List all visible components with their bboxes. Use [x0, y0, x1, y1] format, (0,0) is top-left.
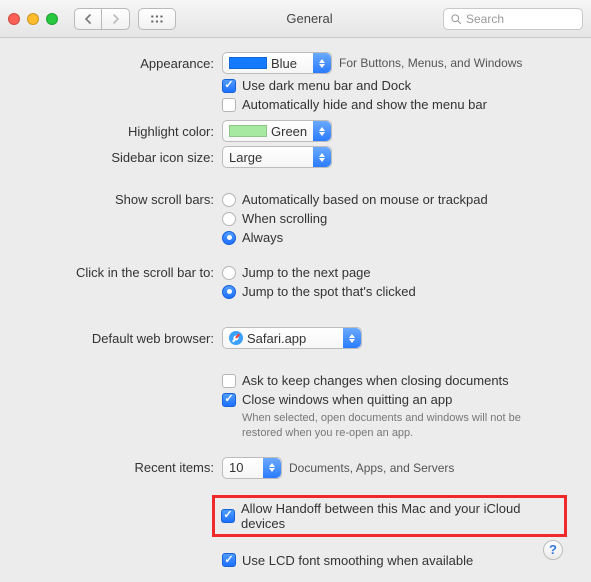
blue-swatch-icon: [229, 57, 267, 69]
scrollbars-option-label: When scrolling: [242, 211, 327, 226]
handoff-checkbox[interactable]: Allow Handoff between this Mac and your …: [221, 501, 558, 531]
show-all-button[interactable]: [138, 8, 176, 30]
appearance-label: Appearance:: [16, 56, 222, 71]
checkbox-icon: [222, 553, 236, 567]
back-button[interactable]: [74, 8, 102, 30]
ask-keep-changes-checkbox[interactable]: Ask to keep changes when closing documen…: [222, 373, 509, 388]
lcd-smoothing-checkbox[interactable]: Use LCD font smoothing when available: [222, 553, 473, 568]
scrollbars-option-always[interactable]: Always: [222, 230, 283, 245]
updown-arrows-icon: [313, 147, 331, 167]
browser-label: Default web browser:: [16, 331, 222, 346]
radio-icon: [222, 285, 236, 299]
radio-icon: [222, 212, 236, 226]
handoff-label: Allow Handoff between this Mac and your …: [241, 501, 558, 531]
appearance-value: Blue: [271, 56, 313, 71]
chevron-left-icon: [84, 14, 92, 24]
close-windows-label: Close windows when quitting an app: [242, 392, 452, 407]
chevron-right-icon: [112, 14, 120, 24]
recent-items-popup[interactable]: 10: [222, 457, 282, 479]
updown-arrows-icon: [313, 121, 331, 141]
close-windows-checkbox[interactable]: Close windows when quitting an app: [222, 392, 452, 407]
click-scroll-option-label: Jump to the next page: [242, 265, 371, 280]
nav-buttons: [74, 8, 130, 30]
sidebar-size-value: Large: [229, 150, 313, 165]
scrollbars-option-label: Automatically based on mouse or trackpad: [242, 192, 488, 207]
auto-hide-menubar-label: Automatically hide and show the menu bar: [242, 97, 487, 112]
checkbox-icon: [222, 393, 236, 407]
auto-hide-menubar-checkbox[interactable]: Automatically hide and show the menu bar: [222, 97, 487, 112]
click-scroll-label: Click in the scroll bar to:: [16, 265, 222, 280]
scrollbars-label: Show scroll bars:: [16, 192, 222, 207]
grid-icon: [150, 14, 164, 24]
search-field[interactable]: Search: [443, 8, 583, 30]
zoom-window-button[interactable]: [46, 13, 58, 25]
sidebar-size-popup[interactable]: Large: [222, 146, 332, 168]
click-scroll-option-spot[interactable]: Jump to the spot that's clicked: [222, 284, 416, 299]
forward-button[interactable]: [102, 8, 130, 30]
highlight-label: Highlight color:: [16, 124, 222, 139]
updown-arrows-icon: [313, 53, 331, 73]
recent-items-label: Recent items:: [16, 460, 222, 475]
recent-items-value: 10: [229, 460, 263, 475]
scrollbars-option-label: Always: [242, 230, 283, 245]
radio-icon: [222, 266, 236, 280]
checkbox-icon: [222, 374, 236, 388]
checkbox-icon: [222, 98, 236, 112]
radio-icon: [222, 231, 236, 245]
window-controls: [8, 13, 58, 25]
green-swatch-icon: [229, 125, 267, 137]
sidebar-size-label: Sidebar icon size:: [16, 150, 222, 165]
close-window-button[interactable]: [8, 13, 20, 25]
browser-value: Safari.app: [247, 331, 343, 346]
scrollbars-option-scrolling[interactable]: When scrolling: [222, 211, 327, 226]
handoff-highlight: Allow Handoff between this Mac and your …: [212, 495, 567, 537]
browser-popup[interactable]: Safari.app: [222, 327, 362, 349]
appearance-hint: For Buttons, Menus, and Windows: [339, 56, 522, 70]
updown-arrows-icon: [263, 458, 281, 478]
click-scroll-option-page[interactable]: Jump to the next page: [222, 265, 371, 280]
click-scroll-option-label: Jump to the spot that's clicked: [242, 284, 416, 299]
safari-icon: [229, 331, 243, 345]
window-title: General: [184, 11, 435, 26]
highlight-value: Green: [271, 124, 313, 139]
lcd-smoothing-label: Use LCD font smoothing when available: [242, 553, 473, 568]
checkbox-icon: [221, 509, 235, 523]
ask-keep-changes-label: Ask to keep changes when closing documen…: [242, 373, 509, 388]
scrollbars-option-auto[interactable]: Automatically based on mouse or trackpad: [222, 192, 488, 207]
dark-menu-bar-checkbox[interactable]: Use dark menu bar and Dock: [222, 78, 411, 93]
search-placeholder: Search: [466, 12, 504, 26]
close-windows-hint: When selected, open documents and window…: [242, 411, 542, 441]
help-button[interactable]: ?: [543, 540, 563, 560]
minimize-window-button[interactable]: [27, 13, 39, 25]
checkbox-icon: [222, 79, 236, 93]
dark-menu-bar-label: Use dark menu bar and Dock: [242, 78, 411, 93]
highlight-popup[interactable]: Green: [222, 120, 332, 142]
recent-items-suffix: Documents, Apps, and Servers: [289, 461, 454, 475]
toolbar: General Search: [0, 0, 591, 38]
appearance-popup[interactable]: Blue: [222, 52, 332, 74]
search-icon: [450, 13, 462, 25]
updown-arrows-icon: [343, 328, 361, 348]
radio-icon: [222, 193, 236, 207]
content: Appearance: Blue For Buttons, Menus, and…: [0, 38, 591, 582]
